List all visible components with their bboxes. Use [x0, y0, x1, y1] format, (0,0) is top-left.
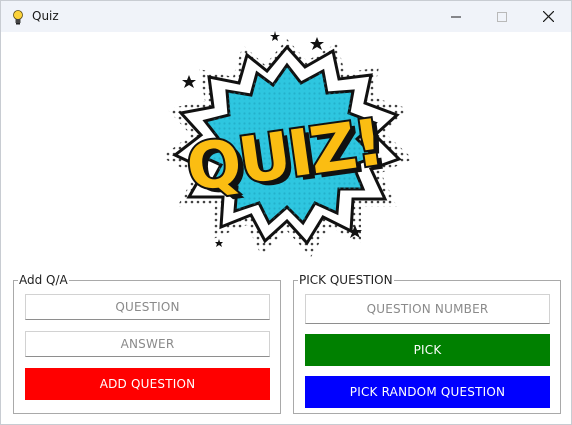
close-button[interactable] [525, 1, 571, 32]
lightbulb-icon [13, 10, 23, 25]
add-question-button[interactable]: ADD QUESTION [25, 368, 270, 400]
pick-button[interactable]: PICK [305, 334, 550, 366]
window-title: Quiz [32, 9, 59, 23]
answer-input[interactable]: ANSWER [25, 331, 270, 357]
close-icon [542, 11, 554, 22]
question-placeholder: QUESTION [115, 300, 180, 314]
add-qa-group: Add Q/A QUESTION ANSWER ADD QUESTION [13, 273, 281, 414]
pick-question-group-label: PICK QUESTION [298, 273, 394, 287]
answer-placeholder: ANSWER [120, 337, 175, 351]
quiz-logo-image: QUIZ! QUIZ! [161, 31, 413, 257]
maximize-icon [497, 11, 507, 22]
maximize-button[interactable] [479, 1, 525, 32]
add-question-button-label: ADD QUESTION [99, 377, 196, 391]
question-input[interactable]: QUESTION [25, 294, 270, 320]
pick-random-question-button[interactable]: PICK RANDOM QUESTION [305, 376, 550, 408]
pick-button-label: PICK [413, 343, 442, 357]
add-qa-group-label: Add Q/A [18, 273, 69, 287]
minimize-icon [451, 16, 461, 17]
pick-question-group: PICK QUESTION QUESTION NUMBER PICK PICK … [293, 273, 561, 414]
title-bar[interactable]: Quiz [1, 1, 571, 32]
question-number-placeholder: QUESTION NUMBER [366, 302, 489, 316]
question-number-input[interactable]: QUESTION NUMBER [305, 294, 550, 324]
pick-random-question-button-label: PICK RANDOM QUESTION [349, 385, 506, 399]
minimize-button[interactable] [433, 1, 479, 32]
quiz-window: Quiz QUIZ! QUIZ! Add Q/A QUESTION ANSWER… [0, 0, 572, 425]
